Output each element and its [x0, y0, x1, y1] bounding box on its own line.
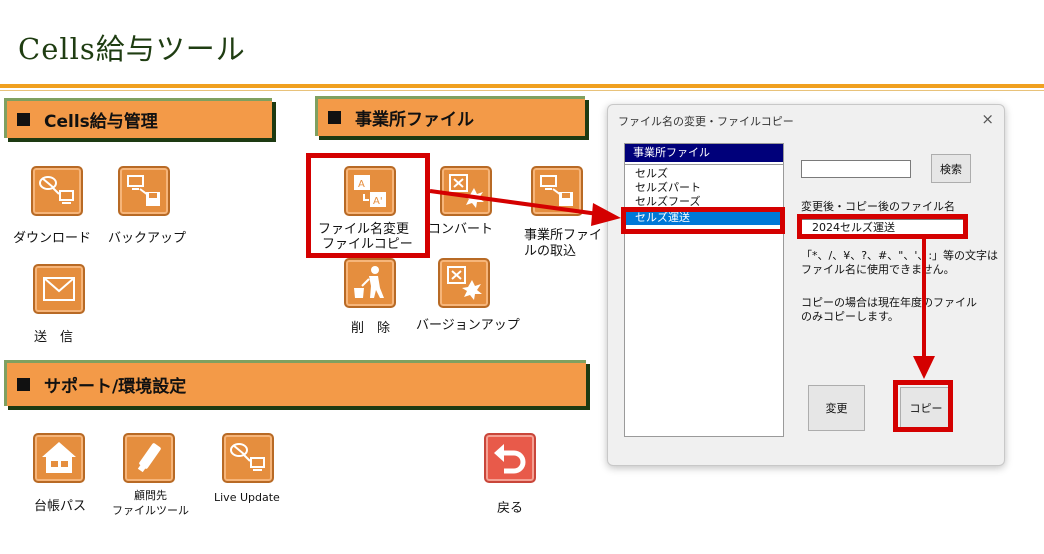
- ledger-path-label: 台帳パス: [34, 499, 87, 514]
- search-button[interactable]: 検索: [931, 154, 971, 183]
- filename-highlight: [797, 214, 968, 239]
- square-bullet-icon: [328, 111, 341, 124]
- app-title: Cells給与ツール: [18, 32, 246, 66]
- listbox-header: 事業所ファイル: [625, 144, 783, 162]
- send-button[interactable]: [33, 264, 85, 314]
- backup-icon: [127, 175, 160, 206]
- section-payroll: Cells給与管理: [4, 98, 272, 138]
- live-update-button[interactable]: [222, 433, 274, 483]
- delete-label: 削 除: [351, 321, 391, 336]
- mail-icon: [43, 277, 75, 301]
- convert-button[interactable]: [440, 166, 492, 216]
- backup-button[interactable]: [118, 166, 170, 216]
- backup-label: バックアップ: [108, 231, 187, 246]
- version-up-label: バージョンアップ: [416, 318, 520, 333]
- convert-label: コンバート: [428, 222, 494, 237]
- download-button[interactable]: [31, 166, 83, 216]
- import-office-file-button[interactable]: [531, 166, 583, 216]
- live-update-icon: [230, 443, 265, 471]
- title-divider: [0, 84, 1044, 88]
- new-name-label: 変更後・コピー後のファイル名: [801, 200, 955, 213]
- advisor-file-tool-button[interactable]: [123, 433, 175, 483]
- live-update-label: Live Update: [214, 491, 280, 504]
- section-support-label: サポート/環境設定: [44, 377, 187, 397]
- dialog-title: ファイル名の変更・ファイルコピー: [618, 115, 794, 128]
- copy-note-line2: のみコピーします。: [801, 310, 899, 323]
- change-button[interactable]: 変更: [808, 385, 865, 431]
- advisor-file-tool-label-line1: 顧問先: [134, 489, 167, 502]
- rename-copy-highlight: [306, 153, 430, 258]
- trash-person-icon: [354, 266, 384, 298]
- return-arrow-icon: [494, 444, 526, 474]
- home-icon: [42, 442, 76, 473]
- send-label: 送 信: [34, 330, 74, 345]
- section-support: サポート/環境設定: [4, 360, 586, 406]
- title-divider-thin: [0, 90, 1044, 91]
- section-office-files-label: 事業所ファイル: [355, 110, 474, 130]
- back-label: 戻る: [497, 501, 524, 516]
- invalid-chars-note-line2: ファイル名に使用できません。: [801, 263, 955, 276]
- convert-icon: [449, 174, 484, 208]
- section-office-files: 事業所ファイル: [315, 96, 585, 136]
- usb-stick-icon: [137, 443, 161, 473]
- search-input[interactable]: [801, 160, 911, 178]
- download-icon: [39, 176, 74, 204]
- listbox-divider: [625, 164, 783, 165]
- dialog-close-button[interactable]: ×: [981, 110, 994, 128]
- section-payroll-label: Cells給与管理: [44, 112, 158, 132]
- square-bullet-icon: [17, 113, 30, 126]
- square-bullet-icon: [17, 378, 30, 391]
- advisor-file-tool-label-line2: ファイルツール: [112, 504, 189, 517]
- selected-item-highlight: [621, 207, 785, 234]
- download-label: ダウンロード: [13, 231, 92, 246]
- copy-note-line1: コピーの場合は現在年度のファイル: [801, 296, 977, 309]
- copy-button-highlight: [893, 380, 953, 432]
- version-up-icon: [447, 266, 482, 300]
- version-up-button[interactable]: [438, 258, 490, 308]
- import-label-line1: 事業所ファイ: [524, 228, 603, 243]
- delete-button[interactable]: [344, 258, 396, 308]
- back-button[interactable]: [484, 433, 536, 483]
- ledger-path-button[interactable]: [33, 433, 85, 483]
- invalid-chars-note-line1: 「*、/、¥、?、#、"、'、:」等の文字は: [801, 249, 999, 262]
- list-item[interactable]: セルズ: [635, 167, 668, 180]
- import-label-line2: ルの取込: [524, 244, 577, 259]
- list-item[interactable]: セルズパート: [635, 181, 701, 194]
- import-icon: [540, 175, 573, 206]
